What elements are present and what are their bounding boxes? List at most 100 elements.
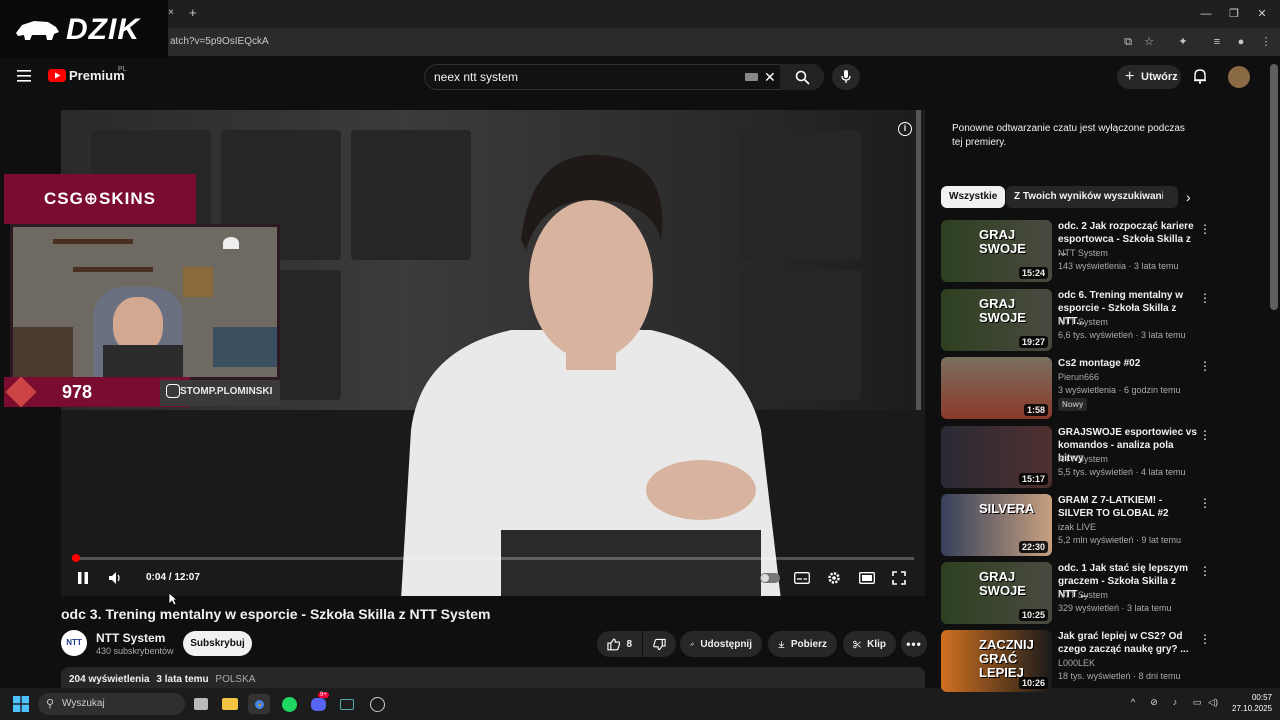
- video-thumbnail[interactable]: 15:17: [941, 426, 1052, 488]
- close-window-button[interactable]: ✕: [1252, 6, 1272, 22]
- progress-bar[interactable]: [72, 557, 914, 560]
- video-thumbnail[interactable]: GRAJ SWOJE 10:25: [941, 562, 1052, 624]
- search-button[interactable]: [780, 64, 824, 90]
- pause-button[interactable]: [74, 571, 92, 585]
- subscribe-button[interactable]: Subskrybuj: [183, 631, 252, 656]
- voice-search-button[interactable]: [832, 64, 860, 90]
- tray-mic-icon[interactable]: ♪: [1168, 697, 1182, 709]
- video-thumbnail[interactable]: 1:58: [941, 357, 1052, 419]
- more-vertical-icon[interactable]: ⋮: [1199, 428, 1211, 442]
- fullscreen-button[interactable]: [890, 571, 908, 585]
- chip-partial[interactable]: [1163, 186, 1175, 208]
- related-video-item[interactable]: GRAJ SWOJE 19:27 odc 6. Trening mentalny w…: [941, 289, 1211, 351]
- volume-button[interactable]: [107, 571, 125, 585]
- video-title[interactable]: GRAM Z 7-LATKIEM! - SILVER TO GLOBAL #2: [1058, 494, 1198, 520]
- steam-icon[interactable]: [366, 694, 388, 714]
- more-vertical-icon[interactable]: ⋮: [1199, 632, 1211, 646]
- premium-label[interactable]: Premium: [69, 68, 125, 83]
- keyboard-icon[interactable]: [745, 73, 758, 81]
- user-avatar[interactable]: [1228, 66, 1250, 88]
- more-actions-button[interactable]: •••: [901, 631, 927, 657]
- clip-button[interactable]: Klip: [843, 631, 896, 657]
- spotify-icon[interactable]: [278, 694, 300, 714]
- more-vertical-icon[interactable]: ⋮: [1199, 222, 1211, 236]
- subtitles-icon: [794, 572, 810, 584]
- more-vertical-icon[interactable]: ⋮: [1199, 291, 1211, 305]
- bookmark-star-icon[interactable]: ☆: [1141, 35, 1157, 49]
- new-tab-button[interactable]: +: [189, 5, 197, 20]
- address-bar[interactable]: atch?v=5p9OsIEQckA: [160, 33, 1110, 51]
- related-video-item[interactable]: 1:58 Cs2 montage #02 Pierun666 3 wyświetlen…: [941, 357, 1211, 419]
- video-title[interactable]: Jak grać lepiej w CS2? Od czego zacząć n…: [1058, 630, 1198, 656]
- search-input[interactable]: neex ntt system: [434, 64, 518, 90]
- video-channel[interactable]: izak LIVE: [1058, 522, 1096, 532]
- video-thumbnail[interactable]: ZACZNIJ GRAĆ LEPIEJ 10:26: [941, 630, 1052, 692]
- page-scrollbar[interactable]: [1270, 64, 1278, 310]
- like-button[interactable]: 8: [597, 631, 642, 657]
- info-icon[interactable]: i: [898, 122, 912, 136]
- video-thumbnail[interactable]: GRAJ SWOJE 15:24: [941, 220, 1052, 282]
- video-channel[interactable]: NTT System: [1058, 248, 1108, 258]
- video-meta: 5,2 mln wyświetleń · 9 lat temu: [1058, 535, 1182, 545]
- chip-all[interactable]: Wszystkie: [941, 186, 1006, 208]
- maximize-button[interactable]: ❐: [1224, 6, 1244, 22]
- chrome-icon[interactable]: [248, 694, 270, 714]
- subtitles-button[interactable]: [793, 571, 811, 585]
- download-button[interactable]: Pobierz: [768, 631, 837, 657]
- more-vertical-icon[interactable]: ⋮: [1199, 359, 1211, 373]
- dislike-button[interactable]: [643, 631, 676, 657]
- tray-network-off-icon[interactable]: ⊘: [1147, 697, 1161, 709]
- profile-icon[interactable]: ●: [1233, 35, 1249, 49]
- share-button[interactable]: Udostępnij: [680, 631, 762, 657]
- chip-next-icon[interactable]: ›: [1186, 190, 1200, 204]
- video-thumbnail[interactable]: SILVERA 22:30: [941, 494, 1052, 556]
- tray-overflow-icon[interactable]: ^: [1126, 697, 1140, 709]
- video-channel[interactable]: NTT System: [1058, 317, 1108, 327]
- video-channel[interactable]: NTT System: [1058, 590, 1108, 600]
- channel-name[interactable]: NTT System: [96, 631, 165, 645]
- view-count: 204 wyświetlenia: [69, 674, 150, 685]
- clear-search-icon[interactable]: ✕: [764, 69, 776, 86]
- notifications-bell-icon[interactable]: [1192, 68, 1208, 84]
- related-video-item[interactable]: GRAJ SWOJE 15:24 odc. 2 Jak rozpocząć kari…: [941, 220, 1211, 282]
- theater-mode-button[interactable]: [858, 571, 876, 585]
- minimize-button[interactable]: —: [1196, 6, 1216, 22]
- more-vertical-icon[interactable]: ⋮: [1199, 564, 1211, 578]
- related-video-item[interactable]: SILVERA 22:30 GRAM Z 7-LATKIEM! - SILVER T…: [941, 494, 1211, 556]
- video-duration: 10:26: [1018, 677, 1048, 689]
- more-vertical-icon[interactable]: ⋮: [1199, 496, 1211, 510]
- tab-close-icon[interactable]: ×: [168, 7, 174, 18]
- tray-volume-icon[interactable]: ◁): [1206, 697, 1220, 709]
- autoplay-toggle[interactable]: [760, 571, 780, 585]
- extensions-icon[interactable]: ✦: [1175, 35, 1191, 49]
- thumbnail-text: ZACZNIJ GRAĆ LEPIEJ: [979, 637, 1034, 680]
- task-view-icon[interactable]: [190, 694, 212, 714]
- related-video-item[interactable]: GRAJ SWOJE 10:25 odc. 1 Jak stać się lepsz…: [941, 562, 1211, 624]
- dzik-logo: DZIK: [0, 0, 168, 60]
- video-meta: 143 wyświetlenia · 3 lata temu: [1058, 261, 1179, 271]
- settings-button[interactable]: [825, 571, 843, 585]
- related-video-item[interactable]: 15:17 GRAJSWOJE esportowiec vs komandos -…: [941, 426, 1211, 488]
- video-channel[interactable]: L000LEK: [1058, 658, 1095, 668]
- video-title[interactable]: Cs2 montage #02: [1058, 357, 1198, 370]
- create-button[interactable]: + Utwórz: [1117, 65, 1181, 89]
- browser-menu-icon[interactable]: ⋮: [1258, 35, 1274, 49]
- video-thumbnail[interactable]: GRAJ SWOJE 19:27: [941, 289, 1052, 351]
- system-clock[interactable]: 00:57 27.10.2025: [1232, 692, 1272, 714]
- related-video-item[interactable]: ZACZNIJ GRAĆ LEPIEJ 10:26 Jak grać lepiej …: [941, 630, 1211, 692]
- install-app-icon[interactable]: ⧉: [1120, 35, 1136, 49]
- video-channel[interactable]: NTT System: [1058, 454, 1108, 464]
- channel-avatar[interactable]: NTT: [61, 630, 87, 656]
- app-icon[interactable]: [336, 694, 358, 714]
- download-label: Pobierz: [790, 638, 827, 650]
- tray-display-icon[interactable]: ▭: [1190, 697, 1204, 709]
- country-tag[interactable]: POLSKA: [215, 674, 255, 685]
- media-control-icon[interactable]: ≡: [1209, 35, 1225, 49]
- video-channel[interactable]: Pierun666: [1058, 372, 1099, 382]
- menu-icon[interactable]: [17, 70, 31, 82]
- youtube-logo-icon[interactable]: [48, 69, 66, 82]
- chip-from-search[interactable]: Z Twoich wyników wyszukiwania: [1006, 186, 1178, 208]
- file-explorer-icon[interactable]: [219, 694, 241, 714]
- taskbar-search[interactable]: ⚲ Wyszukaj: [38, 693, 185, 715]
- windows-start-icon[interactable]: [13, 696, 29, 712]
